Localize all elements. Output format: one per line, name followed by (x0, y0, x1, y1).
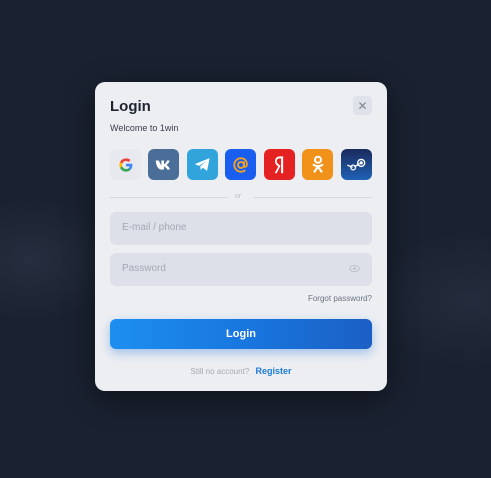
forgot-password-link[interactable]: Forgot password? (110, 294, 372, 303)
yandex-login-button[interactable] (264, 149, 295, 180)
eye-icon[interactable] (349, 264, 360, 273)
dialog-title: Login (110, 98, 151, 115)
dialog-subtitle: Welcome to 1win (110, 123, 179, 133)
divider-line-left (110, 197, 228, 198)
google-login-button[interactable] (110, 149, 141, 180)
odnoklassniki-icon (312, 155, 323, 173)
mailru-icon (232, 156, 248, 173)
steam-icon (346, 158, 365, 170)
odnoklassniki-login-button[interactable] (302, 149, 333, 180)
social-login-row (110, 149, 372, 181)
login-dialog: Login Welcome to 1win ✕ or E-mail / phon… (95, 82, 387, 391)
password-placeholder: Password (122, 263, 166, 274)
register-prompt: Still no account? (190, 367, 250, 376)
mailru-login-button[interactable] (225, 149, 256, 180)
email-placeholder: E-mail / phone (122, 222, 187, 233)
register-row: Still no account? Register (110, 366, 372, 376)
close-icon: ✕ (357, 98, 368, 113)
telegram-login-button[interactable] (187, 149, 218, 180)
password-field[interactable]: Password (110, 253, 372, 286)
divider-line-right (254, 197, 372, 198)
forgot-password-label: Forgot password? (307, 294, 372, 303)
vk-icon (155, 160, 170, 170)
register-link[interactable]: Register (255, 366, 291, 376)
close-button[interactable]: ✕ (353, 96, 372, 115)
vk-login-button[interactable] (148, 149, 179, 180)
steam-login-button[interactable] (341, 149, 372, 180)
divider-text: or (235, 193, 242, 200)
or-divider: or (110, 193, 372, 202)
telegram-icon (194, 158, 210, 171)
google-icon (118, 157, 132, 172)
yandex-icon (274, 155, 283, 173)
login-button[interactable]: Login (110, 319, 372, 349)
email-field[interactable]: E-mail / phone (110, 212, 372, 245)
login-button-label: Login (226, 328, 256, 340)
